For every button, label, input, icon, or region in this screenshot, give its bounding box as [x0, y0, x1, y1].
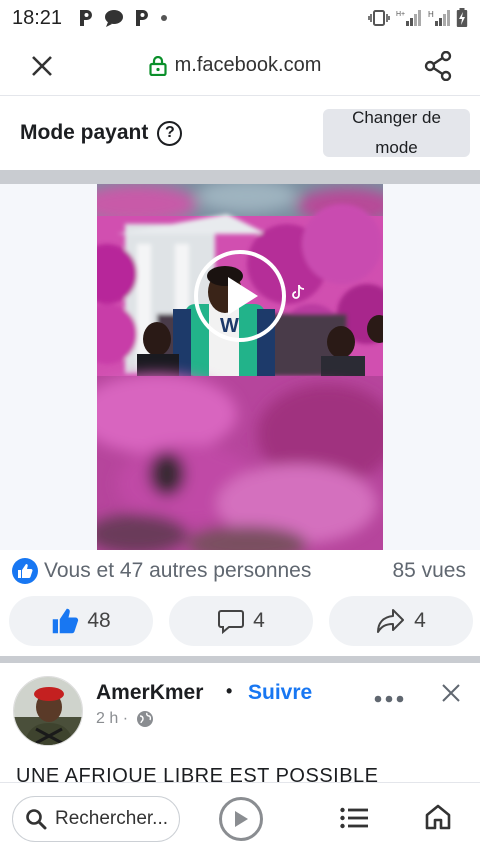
video-frame-image: W: [97, 184, 383, 550]
status-time: 18:21: [12, 6, 63, 29]
more-options-button[interactable]: [374, 690, 404, 708]
close-tab-button[interactable]: [0, 36, 84, 96]
close-icon: [32, 55, 52, 76]
system-icons: H+ H: [368, 8, 468, 28]
like-button[interactable]: 48: [9, 596, 153, 646]
more-dots-icon: [374, 695, 404, 703]
change-mode-button[interactable]: Changer de mode: [323, 108, 470, 157]
p-app-icon-2: [136, 10, 149, 26]
separator-2: [0, 656, 480, 663]
svg-text:H+: H+: [396, 11, 405, 18]
chat-bubble-icon: [105, 10, 124, 27]
post-card: AmerKmer • Suivre 2 h · UNE AFRIQUE LIBR…: [0, 664, 480, 784]
reactions-text: Vous et 47 autres personnes: [44, 559, 312, 582]
comment-icon: [218, 610, 245, 635]
hide-post-button[interactable]: [440, 682, 462, 709]
avatar[interactable]: [13, 676, 83, 746]
search-input[interactable]: Rechercher...: [12, 796, 180, 842]
play-icon: [228, 277, 258, 315]
search-placeholder: Rechercher...: [55, 808, 168, 829]
views-count: 85 vues: [392, 559, 466, 582]
search-icon: [26, 809, 47, 830]
url-text: m.facebook.com: [174, 54, 322, 76]
video-thumbnail[interactable]: W: [97, 184, 383, 550]
globe-icon: [137, 711, 154, 727]
thumbs-up-icon: [53, 608, 79, 634]
notification-icons: [78, 9, 168, 27]
play-button[interactable]: [194, 250, 286, 342]
reactions-summary[interactable]: Vous et 47 autres personnes 85 vues: [0, 550, 480, 592]
separator-dot: •: [226, 681, 233, 701]
like-reaction-icon: [12, 558, 38, 584]
video-area: W: [0, 184, 480, 550]
separator: [0, 170, 480, 184]
mode-title: Mode payant: [20, 121, 149, 144]
menu-button[interactable]: [340, 807, 368, 834]
p-app-icon: [80, 10, 93, 26]
share-icon: [424, 50, 452, 81]
dot-icon: [161, 15, 168, 21]
share-post-button[interactable]: 4: [329, 596, 473, 646]
browser-toolbar: m.facebook.com: [0, 36, 480, 96]
comment-count: 4: [253, 609, 265, 632]
home-icon: [425, 804, 451, 830]
signal-icon: H+: [396, 10, 421, 26]
bottom-navigation: Rechercher...: [0, 782, 480, 854]
home-button[interactable]: [424, 803, 452, 836]
post-time: 2 h ·: [96, 710, 129, 727]
battery-icon: [456, 8, 468, 27]
signal-icon-2: H: [428, 10, 450, 26]
post-author[interactable]: AmerKmer: [96, 681, 203, 705]
svg-text:H: H: [428, 10, 434, 19]
follow-link[interactable]: Suivre: [248, 681, 312, 705]
post-text: UNE AFRIQUE LIBRE EST POSSIBLE: [16, 765, 379, 783]
mode-bar: Mode payant ? Changer de mode: [0, 96, 480, 170]
share-arrow-icon: [377, 609, 405, 633]
vibrate-icon: [368, 10, 390, 26]
action-bar: 48 4 4: [0, 596, 480, 648]
list-menu-icon: [340, 807, 368, 829]
close-icon: [442, 684, 460, 702]
lock-icon: [149, 55, 167, 76]
comment-button[interactable]: 4: [169, 596, 313, 646]
url-bar[interactable]: m.facebook.com: [74, 54, 396, 77]
video-tab-button[interactable]: [219, 797, 263, 841]
like-count: 48: [87, 609, 111, 632]
help-icon[interactable]: ?: [157, 120, 183, 146]
status-bar: 18:21 H+ H: [0, 0, 480, 36]
tiktok-icon: [292, 284, 305, 299]
play-icon: [235, 811, 248, 827]
post-meta: 2 h ·: [96, 710, 154, 728]
share-button[interactable]: [396, 36, 480, 96]
share-count: 4: [414, 609, 426, 632]
